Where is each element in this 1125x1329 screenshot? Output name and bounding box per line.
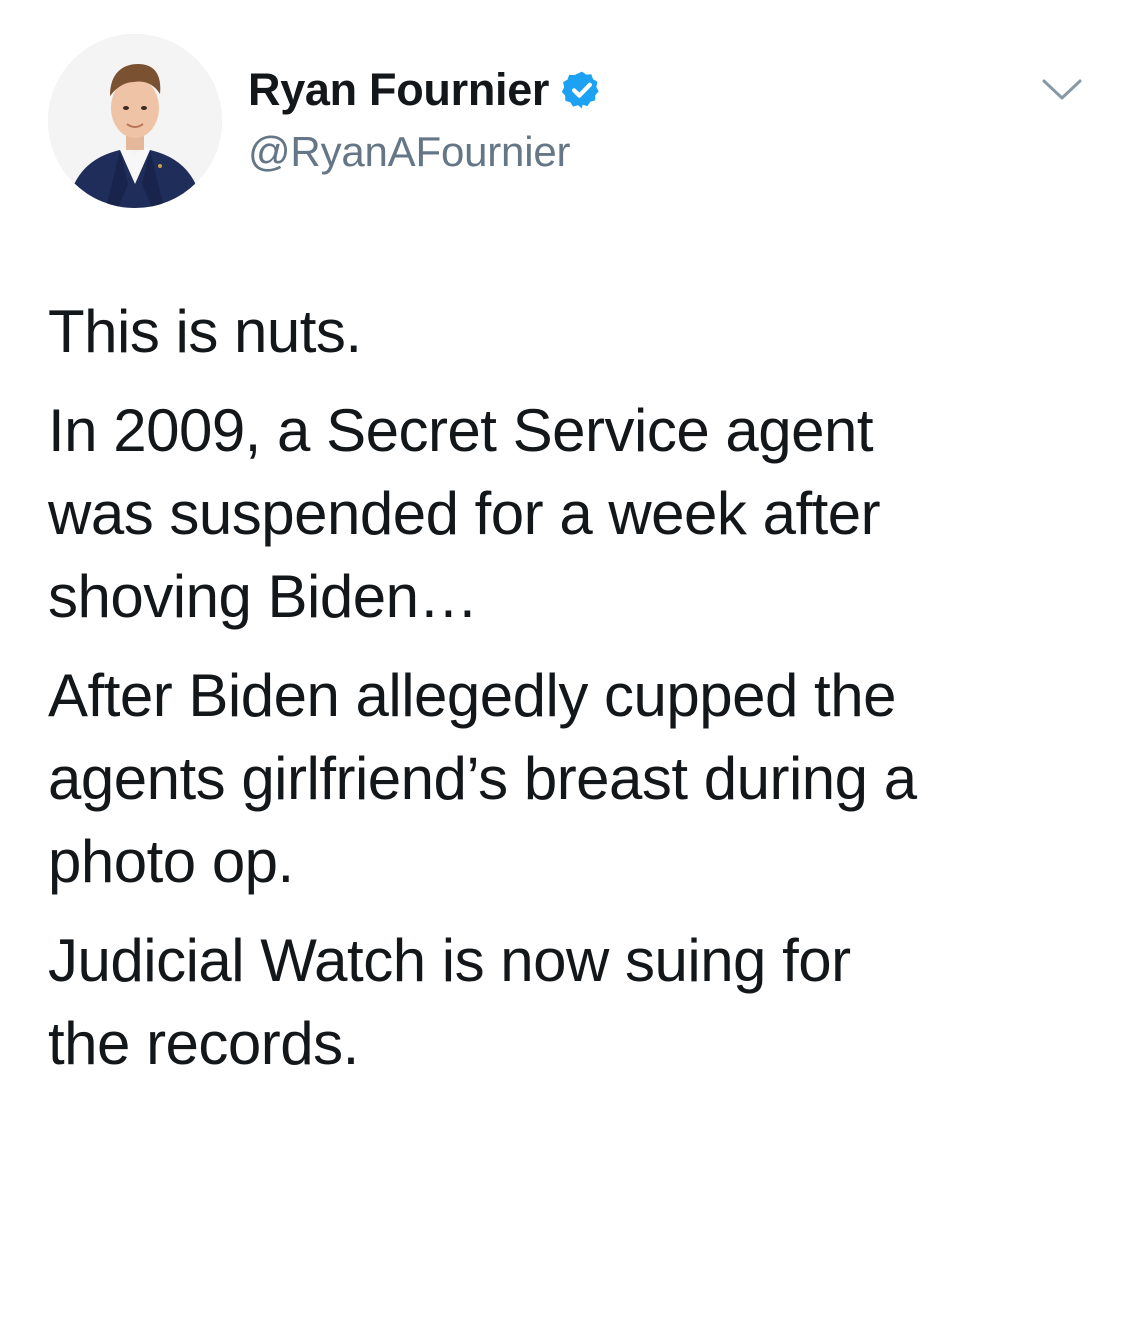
avatar-photo bbox=[48, 34, 222, 208]
tweet-paragraph: In 2009, a Secret Service agent was susp… bbox=[48, 397, 881, 630]
tweet-card: Ryan Fournier @RyanAFournier This is nut… bbox=[0, 0, 1125, 1329]
author-name-row: Ryan Fournier bbox=[248, 62, 603, 118]
tweet-text: This is nuts. In 2009, a Secret Service … bbox=[48, 290, 1088, 1101]
author-handle[interactable]: @RyanAFournier bbox=[248, 126, 570, 178]
tweet-paragraph: Judicial Watch is now suing for the reco… bbox=[48, 927, 851, 1077]
verified-badge-icon bbox=[561, 69, 603, 111]
tweet-paragraph: After Biden allegedly cupped the agents … bbox=[48, 662, 917, 895]
author-avatar[interactable] bbox=[48, 34, 222, 208]
author-display-name[interactable]: Ryan Fournier bbox=[248, 62, 549, 118]
tweet-paragraph: This is nuts. bbox=[48, 298, 362, 365]
chevron-down-icon[interactable] bbox=[1040, 76, 1084, 104]
